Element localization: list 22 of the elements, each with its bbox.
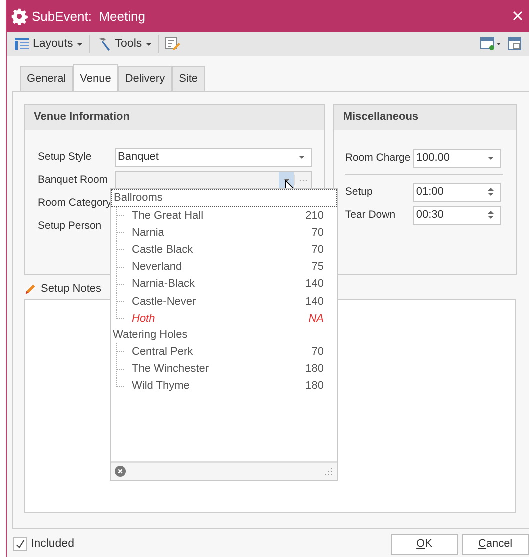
field-label: Room Charge <box>345 152 412 164</box>
capacity-text: 180 <box>304 363 324 376</box>
group-title: Miscellaneous <box>334 105 516 130</box>
capacity-text: 140 <box>304 278 324 290</box>
capacity-text: 70 <box>310 244 324 256</box>
capacity-text: 210 <box>304 210 324 222</box>
window-title: SubEvent: Meeting <box>32 8 146 24</box>
field-label: Tear Down <box>345 209 397 221</box>
section-label: Setup Notes <box>41 283 102 295</box>
capacity-text: 140 <box>304 296 324 308</box>
capacity-text: NA <box>308 312 324 325</box>
field-label: Setup Person <box>38 220 103 232</box>
capacity-text: 70 <box>310 226 324 239</box>
group-title: Venue Information <box>25 105 324 130</box>
capacity-text: 75 <box>310 261 324 274</box>
capacity-text: 70 <box>310 346 324 358</box>
checkbox-label: Included <box>31 538 74 550</box>
field-label: Setup <box>345 186 374 198</box>
capacity-text: 180 <box>304 380 324 392</box>
field-label: Setup Style <box>38 151 93 163</box>
field-label: Banquet Room <box>38 174 110 186</box>
field-label: Room Category <box>38 197 113 209</box>
